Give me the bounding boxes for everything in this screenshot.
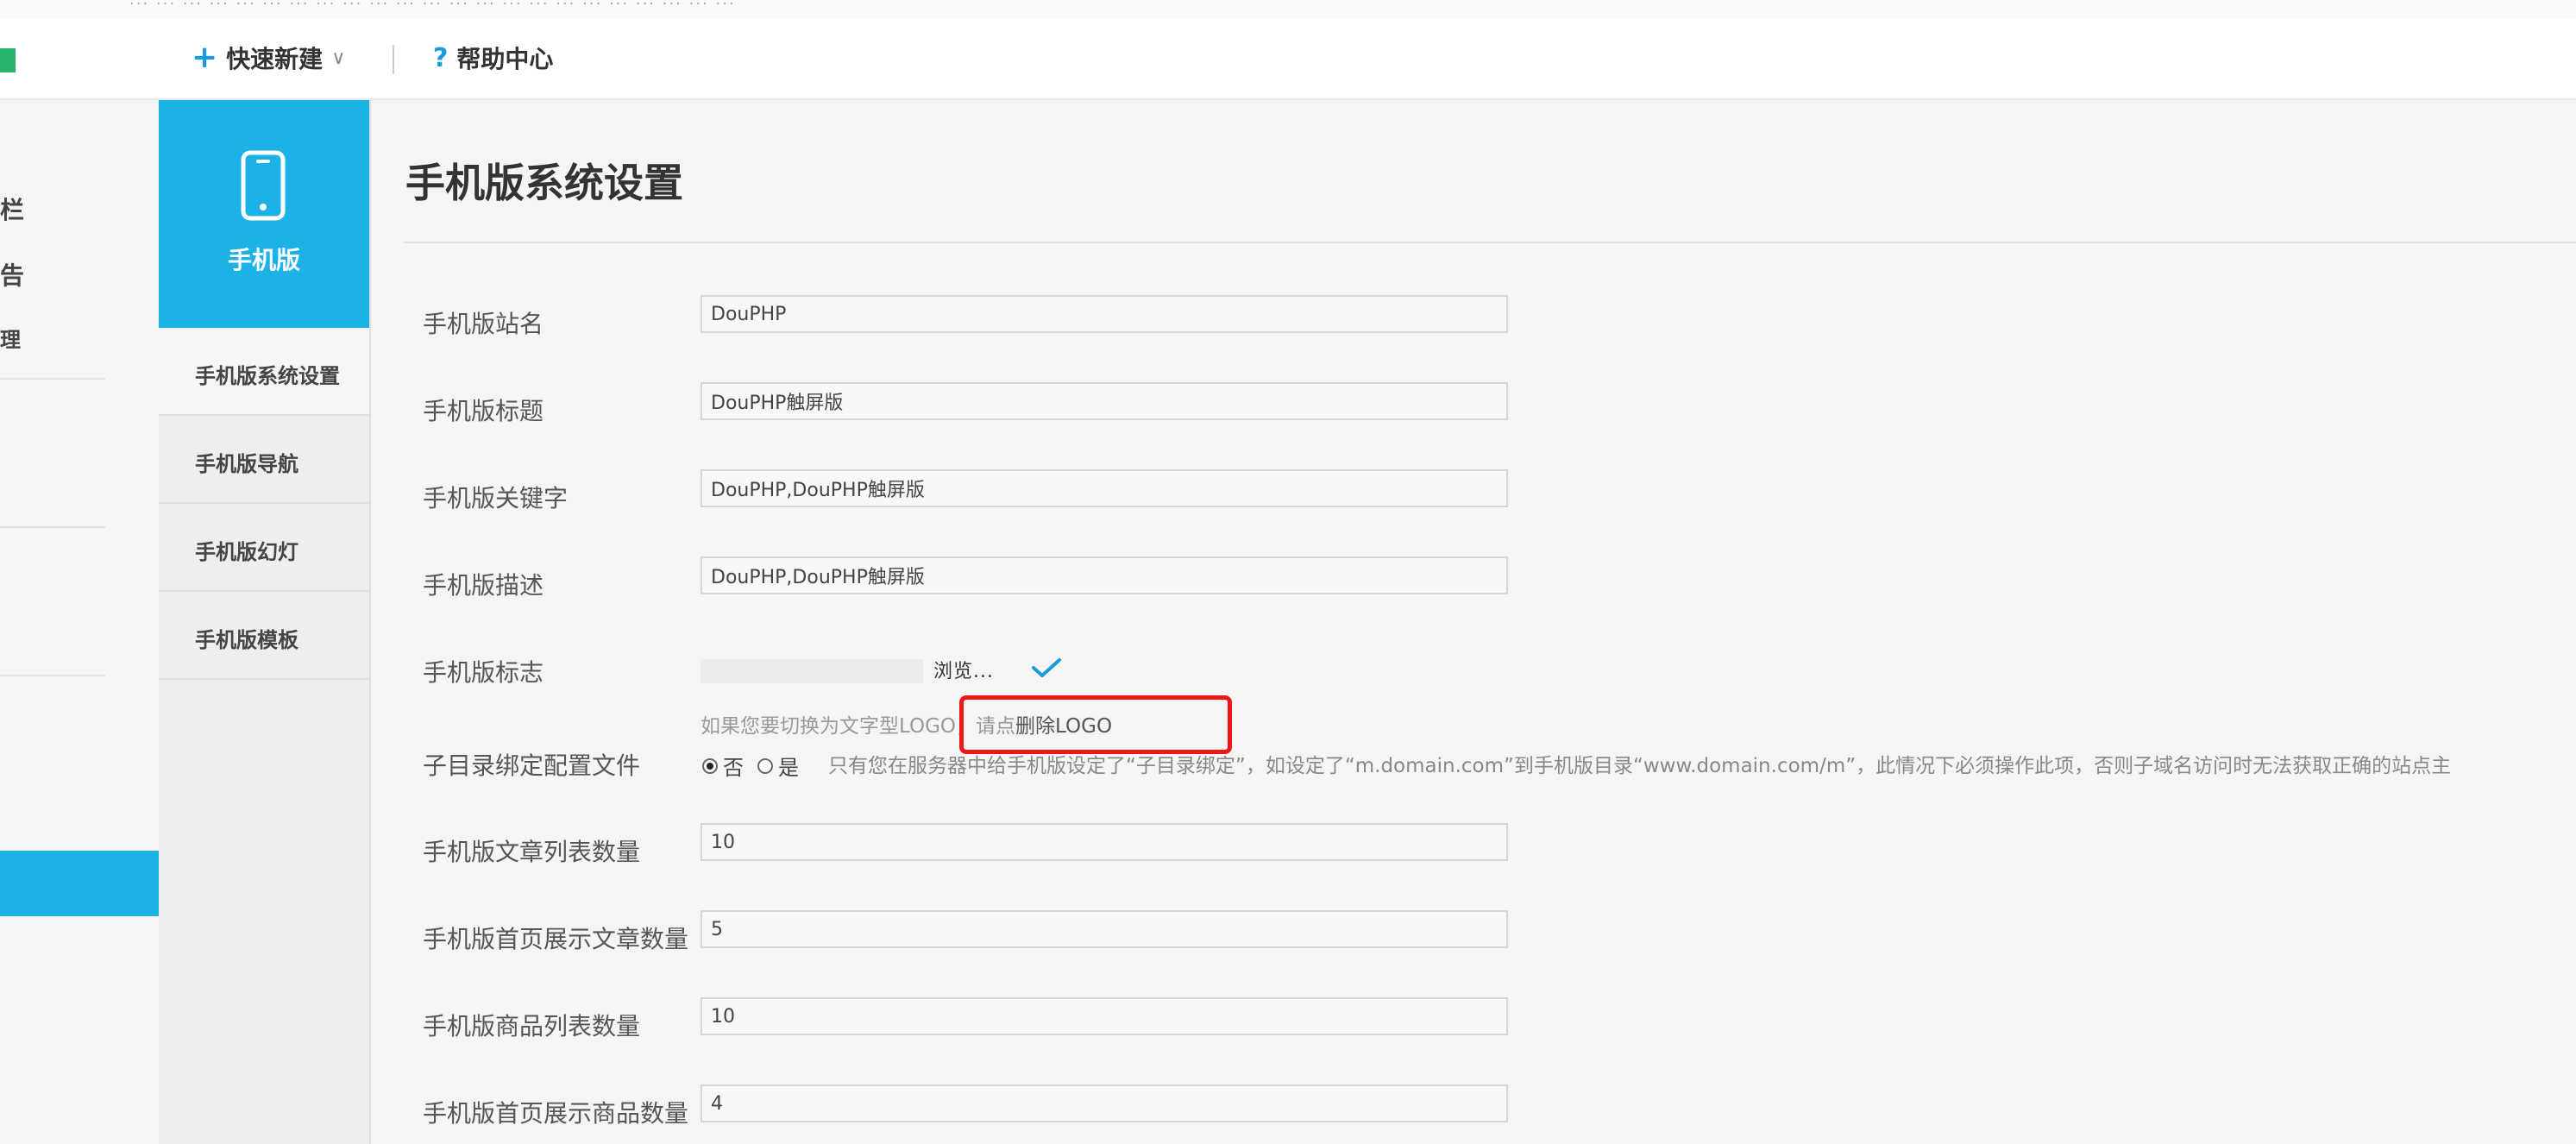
keywords-label: 手机版关键字: [423, 484, 569, 512]
help-icon: ?: [433, 42, 449, 73]
quick-new-label: 快速新建: [226, 45, 324, 73]
header-divider: [393, 45, 394, 74]
main-sidebar-item[interactable]: 告: [0, 257, 24, 292]
mobile-hero: 手机版: [159, 100, 369, 328]
sidebar-item-mobile-settings[interactable]: 手机版系统设置: [159, 330, 369, 416]
mobile-title-input[interactable]: [701, 382, 1508, 420]
main-content: 手机版系统设置 手机版站名 手机版标题 手机版关键字 手机版描述 手机版标志 浏…: [371, 100, 2576, 1144]
sidebar-item-label: 手机版模板: [195, 628, 298, 652]
app-root: ··· ··· ··· ··· ··· ··· ··· ··· ··· ··· …: [0, 0, 2576, 1144]
article-list-count-label: 手机版文章列表数量: [423, 838, 641, 866]
main-sidebar-item[interactable]: 理: [0, 323, 21, 353]
home-article-count-input[interactable]: [701, 910, 1508, 948]
main-sidebar-item[interactable]: 栏: [0, 192, 24, 226]
article-list-count-input[interactable]: [701, 823, 1508, 861]
help-center-label: 帮助中心: [456, 45, 554, 73]
plus-icon: +: [192, 40, 218, 75]
help-center-link[interactable]: ? 帮助中心: [433, 40, 553, 76]
sidebar-divider: [0, 378, 105, 380]
sidebar-item-mobile-nav[interactable]: 手机版导航: [159, 418, 369, 504]
mobile-sidebar: 手机版 手机版系统设置 手机版导航 手机版幻灯 手机版模板: [159, 100, 371, 1144]
quick-new-button[interactable]: + 快速新建 ∨: [192, 40, 345, 76]
page-title: 手机版系统设置: [405, 160, 683, 206]
subdir-radio-yes-label: 是: [778, 756, 799, 780]
description-input[interactable]: [701, 556, 1508, 594]
product-list-count-input[interactable]: [701, 997, 1508, 1035]
mobile-phone-icon: [241, 150, 286, 221]
check-icon: [1032, 658, 1061, 677]
main-sidebar-active-item[interactable]: [0, 851, 159, 916]
site-name-input[interactable]: [701, 295, 1508, 333]
logo-file-field[interactable]: [701, 659, 923, 683]
subdir-radio-yes[interactable]: [757, 757, 773, 774]
mobile-title-label: 手机版标题: [423, 397, 544, 425]
sidebar-item-label: 手机版导航: [195, 452, 298, 476]
subdir-radio-no[interactable]: [702, 757, 718, 774]
highlight-box: [959, 695, 1232, 754]
browse-button[interactable]: 浏览...: [933, 656, 994, 683]
main-sidebar: 栏 告 理: [0, 100, 159, 1144]
sidebar-item-label: 手机版幻灯: [195, 540, 298, 564]
sidebar-divider: [0, 526, 105, 528]
mobile-hero-label: 手机版: [227, 246, 300, 274]
keywords-input[interactable]: [701, 469, 1508, 507]
logo-label: 手机版标志: [423, 658, 544, 687]
home-article-count-label: 手机版首页展示文章数量: [423, 925, 689, 953]
subdir-hint: 只有您在服务器中给手机版设定了“子目录绑定”，如设定了“m.domain.com…: [828, 755, 2452, 777]
sidebar-item-mobile-template[interactable]: 手机版模板: [159, 594, 369, 680]
home-product-count-input[interactable]: [701, 1084, 1508, 1122]
subdir-radio-group: 否 是: [702, 751, 813, 781]
product-list-count-label: 手机版商品列表数量: [423, 1012, 641, 1040]
subdir-binding-label: 子目录绑定配置文件: [423, 751, 641, 780]
home-product-count-label: 手机版首页展示商品数量: [423, 1099, 689, 1128]
sidebar-item-mobile-slideshow[interactable]: 手机版幻灯: [159, 506, 369, 592]
top-header: + 快速新建 ∨ ? 帮助中心: [0, 19, 2576, 100]
chevron-down-icon: ∨: [331, 47, 346, 69]
subdir-radio-no-label: 否: [723, 756, 744, 780]
top-strip: ··· ··· ··· ··· ··· ··· ··· ··· ··· ··· …: [0, 0, 2576, 21]
title-divider: [404, 242, 2576, 243]
site-name-label: 手机版站名: [423, 310, 544, 338]
sidebar-item-label: 手机版系统设置: [195, 364, 340, 388]
brand-tab: [0, 48, 16, 72]
top-strip-text: ··· ··· ··· ··· ··· ··· ··· ··· ··· ··· …: [129, 0, 736, 13]
description-label: 手机版描述: [423, 571, 544, 600]
sidebar-divider: [0, 675, 105, 676]
